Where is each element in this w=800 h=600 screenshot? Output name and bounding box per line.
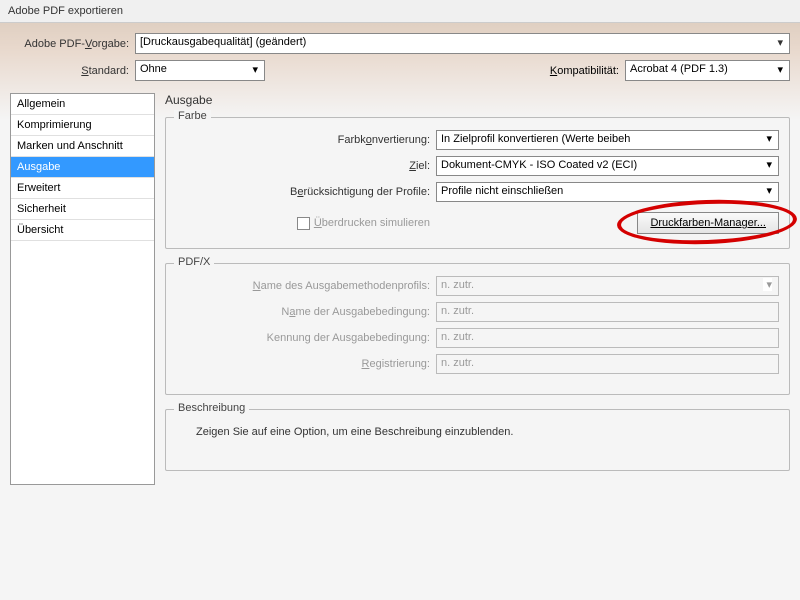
panel-title: Ausgabe [165,93,790,107]
window-title: Adobe PDF exportieren [8,5,123,17]
standard-select[interactable]: Ohne [135,60,265,81]
ink-manager-label: Druckfarben-Manager... [650,217,766,229]
output-condition-id-label: Kennung der Ausgabebedingung: [176,332,436,344]
simulate-overprint-label: Überdrucken simulieren [314,217,430,229]
sidebar-item-komprimierung[interactable]: Komprimierung [11,115,154,136]
pdfx-group-title: PDF/X [174,256,214,268]
output-condition-id-input: n. zutr. [436,328,779,348]
output-profile-name-label: Name des Ausgabemethodenprofils: [176,280,436,292]
standard-label: Standard: [10,65,135,77]
sidebar-item-sicherheit[interactable]: Sicherheit [11,199,154,220]
preset-select[interactable]: [Druckausgabequalität] (geändert) [135,33,790,54]
destination-select[interactable]: Dokument-CMYK - ISO Coated v2 (ECI) [436,156,779,176]
color-conversion-label: Farbkonvertierung: [176,134,436,146]
sidebar-item-marken[interactable]: Marken und Anschnitt [11,136,154,157]
category-sidebar: Allgemein Komprimierung Marken und Ansch… [10,93,155,485]
output-condition-name-input: n. zutr. [436,302,779,322]
registry-input: n. zutr. [436,354,779,374]
simulate-overprint-checkbox [297,217,310,230]
color-conversion-select[interactable]: In Zielprofil konvertieren (Werte beibeh [436,130,779,150]
color-group: Farbe Farbkonvertierung: In Zielprofil k… [165,117,790,249]
description-text: Zeigen Sie auf eine Option, um eine Besc… [176,422,779,456]
sidebar-item-allgemein[interactable]: Allgemein [11,94,154,115]
ink-manager-button[interactable]: Druckfarben-Manager... [637,212,779,234]
sidebar-item-uebersicht[interactable]: Übersicht [11,220,154,241]
destination-label: Ziel: [176,160,436,172]
sidebar-item-erweitert[interactable]: Erweitert [11,178,154,199]
preset-label: Adobe PDF-Vorgabe: [10,38,135,50]
compat-label: Kompatibilität: [550,65,625,77]
profile-inclusion-select[interactable]: Profile nicht einschließen [436,182,779,202]
color-group-title: Farbe [174,110,211,122]
window-titlebar: Adobe PDF exportieren [0,0,800,23]
description-group-title: Beschreibung [174,402,249,414]
sidebar-item-ausgabe[interactable]: Ausgabe [11,157,154,178]
profile-inclusion-label: Berücksichtigung der Profile: [176,186,436,198]
output-profile-name-select: n. zutr. [436,276,779,296]
output-condition-name-label: Name der Ausgabebedingung: [176,306,436,318]
pdfx-group: PDF/X Name des Ausgabemethodenprofils: n… [165,263,790,395]
description-group: Beschreibung Zeigen Sie auf eine Option,… [165,409,790,471]
compat-select[interactable]: Acrobat 4 (PDF 1.3) [625,60,790,81]
registry-label: Registrierung: [176,358,436,370]
